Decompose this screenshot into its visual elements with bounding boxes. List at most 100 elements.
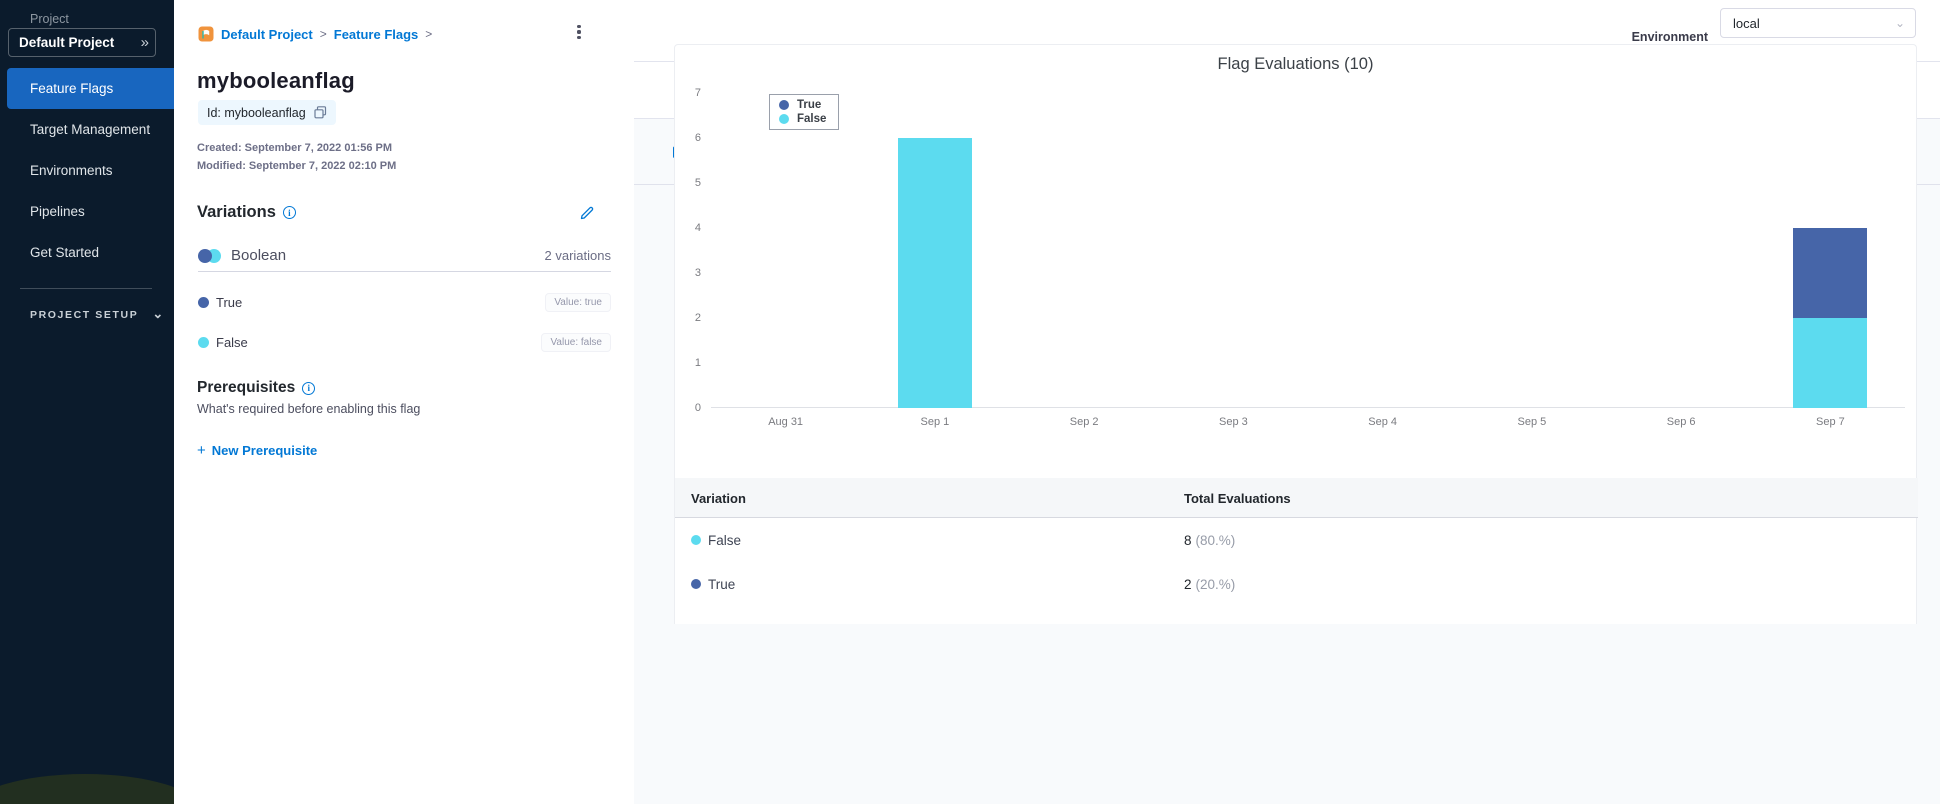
project-setup-label: PROJECT SETUP xyxy=(30,309,139,321)
breadcrumb-feature-flags-link[interactable]: Feature Flags xyxy=(334,27,419,42)
sidebar-divider xyxy=(20,288,152,289)
copy-icon[interactable] xyxy=(314,106,327,119)
chevron-down-icon: ⌄ xyxy=(1894,16,1905,30)
false-variation-dot xyxy=(198,336,209,348)
feature-flag-logo-icon xyxy=(198,26,214,42)
sidebar-item-pipelines[interactable]: Pipelines xyxy=(0,191,174,232)
x-axis-tick-label: Sep 4 xyxy=(1368,416,1397,428)
flag-title: mybooleanflag xyxy=(197,68,355,93)
evaluation-count: 2 xyxy=(1184,576,1192,592)
bar-segment-false-sep-7[interactable] xyxy=(1793,318,1868,408)
sidebar-item-project-setup[interactable]: PROJECT SETUP ⌄ xyxy=(30,306,164,323)
created-timestamp: Created: September 7, 2022 01:56 PM xyxy=(197,142,393,154)
sidebar-item-feature-flags[interactable]: Feature Flags xyxy=(7,68,174,109)
variation-value-badge: Value: true xyxy=(545,292,611,312)
variation-count: 2 variations xyxy=(544,248,611,263)
metrics-panel: Environment local ⌄ Targeting Metrics Ac… xyxy=(634,0,1940,804)
evaluations-table-header: Variation Total Evaluations xyxy=(675,478,1918,518)
variation-name: True xyxy=(216,294,243,310)
variations-heading: Variations i xyxy=(197,203,296,222)
chart-title: Flag Evaluations (10) xyxy=(1217,55,1374,73)
x-axis-tick-label: Aug 31 xyxy=(768,416,804,428)
flag-id-chip: Id: mybooleanflag xyxy=(198,100,336,125)
breadcrumb-project-link[interactable]: Default Project xyxy=(221,27,313,42)
chevron-down-icon: ⌄ xyxy=(152,306,164,321)
variation-value-badge: Value: false xyxy=(541,332,611,352)
evaluations-table-body: False 8 (80.%) True 2 (20.%) xyxy=(675,518,1918,606)
boolean-type-icon xyxy=(198,248,222,263)
variation-dot xyxy=(691,535,701,545)
variation-name: False xyxy=(216,334,248,350)
x-axis-tick-label: Sep 3 xyxy=(1219,416,1248,428)
breadcrumb-separator: > xyxy=(425,27,433,41)
sidebar-item-get-started[interactable]: Get Started xyxy=(0,232,174,273)
prerequisites-description: What's required before enabling this fla… xyxy=(197,402,421,416)
project-label: Project xyxy=(30,12,69,26)
new-prerequisite-button[interactable]: + New Prerequisite xyxy=(197,442,317,459)
environment-select[interactable]: local ⌄ xyxy=(1720,8,1916,38)
bar-chart-plot xyxy=(711,93,1905,408)
project-selector[interactable]: Default Project » xyxy=(8,28,156,57)
prerequisites-heading: Prerequisites i xyxy=(197,379,316,397)
y-axis-tick-label: 6 xyxy=(694,132,701,144)
variation-cell: True xyxy=(691,562,735,606)
sidebar-item-target-management[interactable]: Target Management xyxy=(0,109,174,150)
environment-select-value: local xyxy=(1733,15,1760,31)
y-axis-tick-label: 5 xyxy=(694,177,701,189)
evaluation-percentage: (20.%) xyxy=(1195,576,1236,592)
variation-type-row: Boolean 2 variations xyxy=(198,246,611,265)
sidebar-item-environments[interactable]: Environments xyxy=(0,150,174,191)
plus-icon: + xyxy=(197,442,206,459)
environment-label: Environment xyxy=(1631,30,1708,44)
edit-variations-button[interactable] xyxy=(579,205,595,226)
variation-type-label: Boolean xyxy=(231,247,287,264)
new-prerequisite-label: New Prerequisite xyxy=(211,443,318,458)
modified-timestamp: Modified: September 7, 2022 02:10 PM xyxy=(197,160,397,172)
variation-dot xyxy=(691,579,701,589)
table-row-false: False 8 (80.%) xyxy=(675,518,1918,562)
project-selector-value: Default Project xyxy=(19,35,115,50)
column-header-variation: Variation xyxy=(691,490,746,506)
variation-row-false: False Value: false xyxy=(198,331,611,353)
info-icon[interactable]: i xyxy=(302,381,316,395)
legend-label: False xyxy=(797,113,827,125)
app-root: Project Default Project » Feature Flags T… xyxy=(0,0,1940,804)
y-axis-tick-label: 7 xyxy=(694,87,701,99)
double-chevron-icon: » xyxy=(140,34,149,51)
evaluation-count: 8 xyxy=(1184,532,1192,548)
x-axis-tick-label: Sep 1 xyxy=(920,416,950,428)
y-axis-tick-label: 3 xyxy=(694,267,701,279)
legend-entry-true: True xyxy=(779,99,826,111)
x-axis-tick-label: Sep 7 xyxy=(1816,416,1845,428)
variation-name: True xyxy=(708,576,736,592)
evaluation-percentage: (80.%) xyxy=(1195,532,1236,548)
bar-segment-true-sep-7[interactable] xyxy=(1793,228,1868,318)
legend-label: True xyxy=(797,99,822,111)
legend-dot xyxy=(779,100,789,110)
x-axis-tick-label: Sep 6 xyxy=(1666,416,1696,428)
sidebar-nav: Feature Flags Target Management Environmen… xyxy=(0,68,174,273)
total-evaluations-cell: 8 (80.%) xyxy=(1184,518,1235,562)
x-axis-tick-label: Sep 5 xyxy=(1517,416,1547,428)
variation-row-true: True Value: true xyxy=(198,291,611,313)
y-axis-tick-label: 1 xyxy=(694,357,701,369)
chart-legend: True False xyxy=(769,94,840,130)
y-axis-tick-label: 0 xyxy=(694,402,701,414)
variations-heading-text: Variations xyxy=(197,203,276,221)
flag-id-text: Id: mybooleanflag xyxy=(207,105,306,120)
bar-segment-false-sep-1[interactable] xyxy=(897,138,972,408)
sidebar: Project Default Project » Feature Flags T… xyxy=(0,0,174,804)
breadcrumb-separator: > xyxy=(319,27,327,41)
table-row-true: True 2 (20.%) xyxy=(675,562,1918,606)
true-variation-dot xyxy=(198,296,209,308)
variation-cell: False xyxy=(691,518,741,562)
column-header-total-evaluations: Total Evaluations xyxy=(1184,490,1291,506)
total-evaluations-cell: 2 (20.%) xyxy=(1184,562,1235,606)
info-icon[interactable]: i xyxy=(282,206,296,219)
legend-entry-false: False xyxy=(779,113,826,125)
legend-dot xyxy=(779,114,789,124)
flag-options-menu-button[interactable] xyxy=(570,22,588,42)
x-axis-tick-label: Sep 2 xyxy=(1069,416,1099,428)
y-axis-tick-label: 2 xyxy=(694,312,701,324)
flag-detail-panel: Default Project > Feature Flags > mybool… xyxy=(174,0,634,804)
